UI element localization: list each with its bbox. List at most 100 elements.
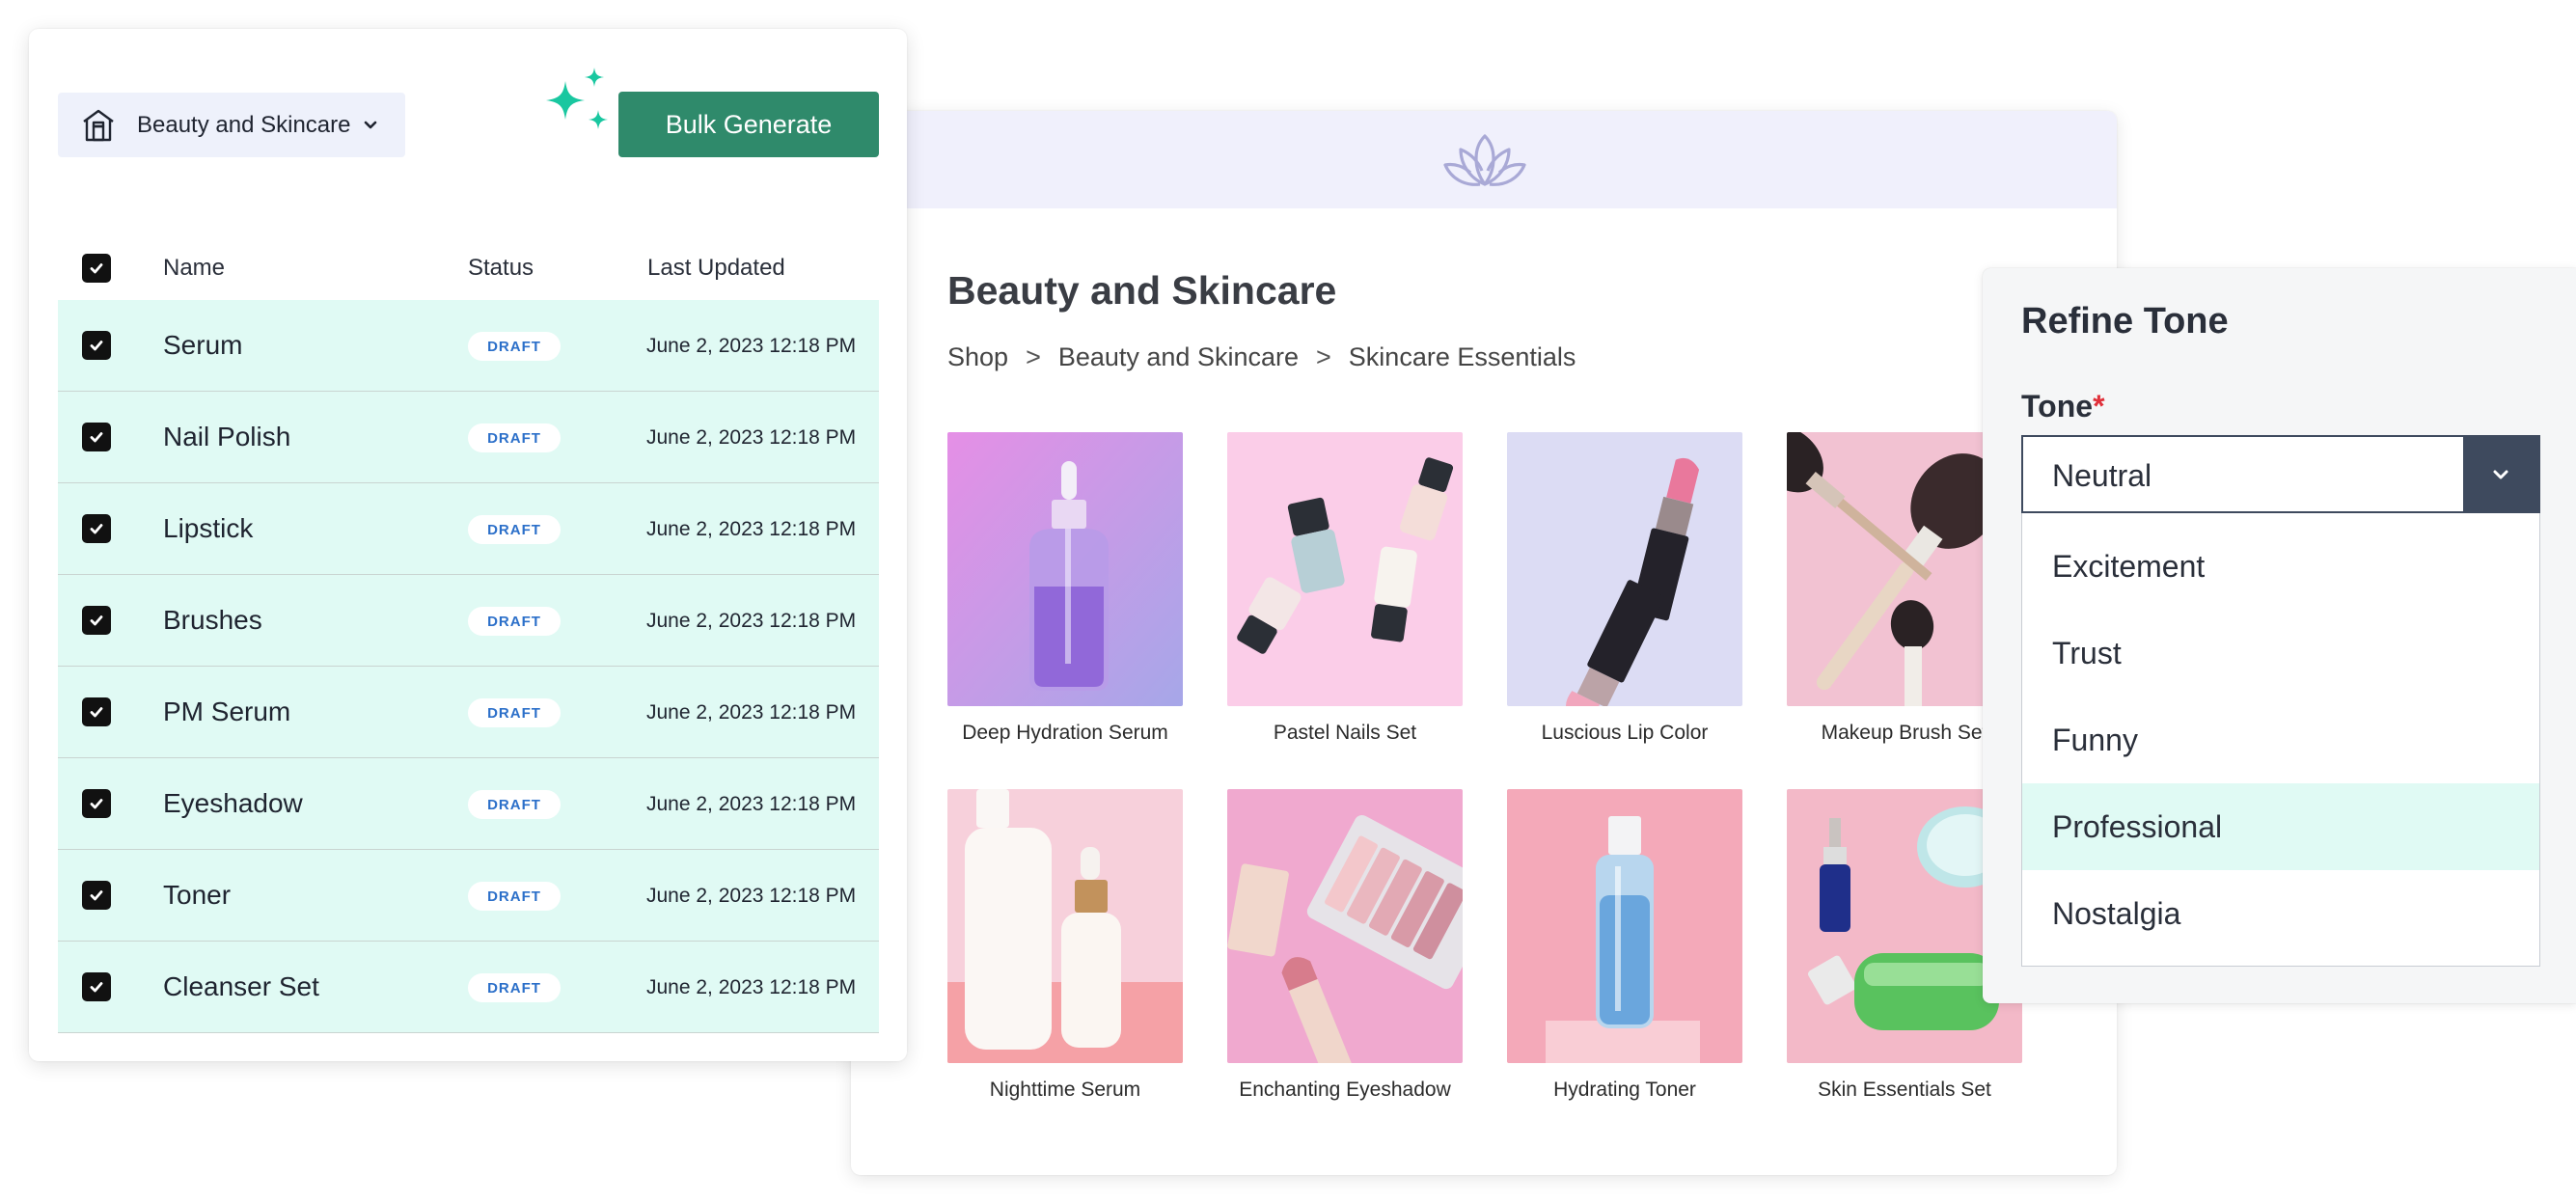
bulk-generate-button[interactable]: Bulk Generate <box>618 92 879 157</box>
last-updated-value: June 2, 2023 12:18 PM <box>646 518 857 540</box>
tone-options-list: Excitement Trust Funny Professional Nostalgi… <box>2021 513 2540 967</box>
row-checkbox[interactable] <box>82 697 111 726</box>
column-header-status[interactable]: Status <box>468 255 534 282</box>
nail-polish-image <box>1227 432 1463 706</box>
product-card[interactable]: Enchanting Eyeshadow <box>1227 789 1463 1102</box>
tone-option-nostalgia[interactable]: Nostalgia <box>2022 870 2539 957</box>
column-header-name[interactable]: Name <box>163 255 225 282</box>
product-card[interactable]: Deep Hydration Serum <box>947 432 1183 745</box>
row-checkbox[interactable] <box>82 972 111 1001</box>
breadcrumb-shop[interactable]: Shop <box>947 342 1008 372</box>
status-badge: DRAFT <box>468 698 561 727</box>
status-badge: DRAFT <box>468 790 561 819</box>
column-header-last-updated[interactable]: Last Updated <box>647 255 785 282</box>
product-name[interactable]: Serum <box>163 330 242 361</box>
store-select[interactable]: Beauty and Skincare <box>58 93 405 157</box>
table-row[interactable]: Brushes DRAFT June 2, 2023 12:18 PM <box>58 575 879 667</box>
product-label: Skin Essentials Set <box>1818 1079 1991 1101</box>
product-card[interactable]: Luscious Lip Color <box>1507 432 1742 745</box>
tone-option-excitement[interactable]: Excitement <box>2022 523 2539 610</box>
shop-preview-panel: Beauty and Skincare Shop > Beauty and Sk… <box>851 111 2117 1175</box>
status-badge: DRAFT <box>468 515 561 544</box>
product-image[interactable] <box>1227 789 1463 1063</box>
tone-select[interactable]: Neutral <box>2021 435 2540 513</box>
lotus-logo-icon <box>1443 134 1526 186</box>
breadcrumb-separator: > <box>1316 342 1331 371</box>
product-table: Serum DRAFT June 2, 2023 12:18 PM Nail Poli… <box>58 300 879 1033</box>
tone-option-professional[interactable]: Professional <box>2022 783 2539 870</box>
checkmark-icon <box>90 707 103 718</box>
select-all-checkbox[interactable] <box>82 254 111 283</box>
product-image[interactable] <box>947 432 1183 706</box>
row-checkbox[interactable] <box>82 423 111 451</box>
product-label: Pastel Nails Set <box>1273 722 1417 744</box>
status-badge: DRAFT <box>468 423 561 452</box>
last-updated-value: June 2, 2023 12:18 PM <box>646 335 857 357</box>
store-select-label: Beauty and Skincare <box>137 111 351 138</box>
chevron-down-icon <box>365 121 377 128</box>
product-image[interactable] <box>1507 789 1742 1063</box>
toner-bottle-image <box>1507 789 1742 1063</box>
breadcrumb: Shop > Beauty and Skincare > Skincare Es… <box>947 342 1576 372</box>
product-image[interactable] <box>947 789 1183 1063</box>
table-row[interactable]: Serum DRAFT June 2, 2023 12:18 PM <box>58 300 879 392</box>
last-updated-value: June 2, 2023 12:18 PM <box>646 793 857 815</box>
shop-banner <box>851 111 2117 208</box>
row-checkbox[interactable] <box>82 881 111 910</box>
breadcrumb-separator: > <box>1026 342 1041 371</box>
table-row[interactable]: Eyeshadow DRAFT June 2, 2023 12:18 PM <box>58 758 879 850</box>
product-name[interactable]: Lipstick <box>163 513 253 544</box>
sparkles-icon <box>546 68 608 129</box>
table-row[interactable]: Nail Polish DRAFT June 2, 2023 12:18 PM <box>58 392 879 483</box>
checkmark-icon <box>90 982 103 993</box>
product-image[interactable] <box>1507 432 1742 706</box>
lipstick-image <box>1507 432 1742 706</box>
eyeshadow-palette-image <box>1227 789 1463 1063</box>
product-name[interactable]: Brushes <box>163 605 262 636</box>
tone-label-text: Tone <box>2021 389 2094 423</box>
table-row[interactable]: Toner DRAFT June 2, 2023 12:18 PM <box>58 850 879 942</box>
product-name[interactable]: PM Serum <box>163 697 290 727</box>
checkmark-icon <box>90 890 103 901</box>
checkmark-icon <box>90 263 103 274</box>
row-checkbox[interactable] <box>82 606 111 635</box>
checkmark-icon <box>90 341 103 351</box>
status-badge: DRAFT <box>468 973 561 1002</box>
table-row[interactable]: Lipstick DRAFT June 2, 2023 12:18 PM <box>58 483 879 575</box>
product-label: Nighttime Serum <box>989 1079 1141 1101</box>
product-name[interactable]: Eyeshadow <box>163 788 303 819</box>
row-checkbox[interactable] <box>82 514 111 543</box>
product-name[interactable]: Cleanser Set <box>163 971 319 1002</box>
tone-dropdown-toggle[interactable] <box>2463 437 2538 511</box>
table-header: Name Status Last Updated <box>58 245 879 291</box>
serum-bottle-image <box>947 432 1183 706</box>
checkmark-icon <box>90 432 103 443</box>
table-row[interactable]: PM Serum DRAFT June 2, 2023 12:18 PM <box>58 667 879 758</box>
table-row[interactable]: Cleanser Set DRAFT June 2, 2023 12:18 PM <box>58 942 879 1033</box>
breadcrumb-subcategory: Skincare Essentials <box>1348 342 1576 371</box>
product-name[interactable]: Toner <box>163 880 231 911</box>
product-label: Luscious Lip Color <box>1541 722 1709 744</box>
status-badge: DRAFT <box>468 882 561 911</box>
breadcrumb-category[interactable]: Beauty and Skincare <box>1058 342 1299 372</box>
tone-option-trust[interactable]: Trust <box>2022 610 2539 697</box>
chevron-down-icon <box>2493 470 2508 478</box>
row-checkbox[interactable] <box>82 331 111 360</box>
last-updated-value: June 2, 2023 12:18 PM <box>646 610 857 632</box>
product-card[interactable]: Nighttime Serum <box>947 789 1183 1102</box>
tone-field-label: Tone* <box>2021 389 2105 424</box>
required-marker: * <box>2093 389 2105 423</box>
tone-option-funny[interactable]: Funny <box>2022 697 2539 783</box>
product-card[interactable]: Pastel Nails Set <box>1227 432 1463 745</box>
tone-selected-value: Neutral <box>2052 458 2152 493</box>
product-card[interactable]: Hydrating Toner <box>1507 789 1742 1102</box>
last-updated-value: June 2, 2023 12:18 PM <box>646 976 857 998</box>
last-updated-value: June 2, 2023 12:18 PM <box>646 426 857 449</box>
status-badge: DRAFT <box>468 332 561 361</box>
product-name[interactable]: Nail Polish <box>163 422 290 452</box>
status-badge: DRAFT <box>468 607 561 636</box>
row-checkbox[interactable] <box>82 789 111 818</box>
checkmark-icon <box>90 799 103 809</box>
product-image[interactable] <box>1227 432 1463 706</box>
serum-bottles-image <box>947 789 1183 1063</box>
